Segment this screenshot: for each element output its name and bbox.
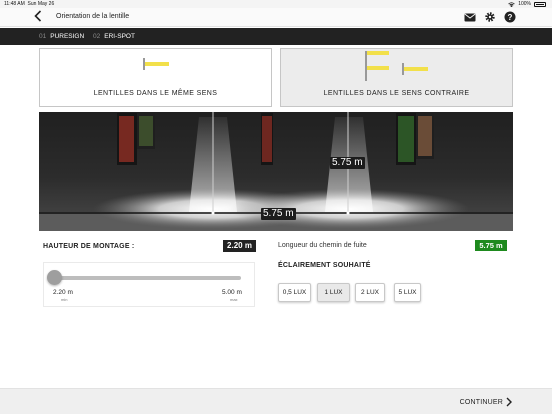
measure-horizontal: 5.75 m: [261, 208, 296, 220]
mounting-height-value: 2.20 m: [223, 240, 256, 252]
escape-route-value: 5.75 m: [475, 240, 507, 251]
nav-actions: ?: [464, 11, 516, 23]
continue-button[interactable]: CONTINUER: [460, 397, 512, 407]
back-button[interactable]: [34, 10, 42, 24]
escape-route-label: Longueur du chemin de fuite: [278, 242, 367, 249]
step-number: 01: [39, 33, 47, 40]
lux-option-5[interactable]: 5 LUX: [394, 283, 421, 302]
step-label: ERI-SPOT: [104, 33, 135, 40]
slider-thumb[interactable]: [47, 270, 62, 285]
mounting-height-slider: 2.20 m min 5.00 m max: [43, 262, 255, 307]
help-icon: ?: [504, 11, 516, 23]
step-bar: 01 PURESIGN 02 ERI-SPOT: [0, 28, 552, 45]
option-opposite-direction[interactable]: LENTILLES DANS LE SENS CONTRAIRE: [280, 48, 513, 107]
option-label: LENTILLES DANS LE SENS CONTRAIRE: [323, 90, 470, 97]
settings-button[interactable]: [484, 11, 496, 23]
lux-option-0-5[interactable]: 0,5 LUX: [278, 283, 311, 302]
lux-option-2[interactable]: 2 LUX: [355, 283, 385, 302]
measure-vertical: 5.75 m: [330, 157, 365, 169]
illumination-label: ÉCLAIREMENT SOUHAITÉ: [278, 262, 371, 269]
help-button[interactable]: ?: [504, 11, 516, 23]
slider-min-value: 2.20 m: [53, 289, 73, 296]
battery-icon: [534, 1, 546, 7]
status-time: 11:48 AM Sun May 26: [4, 1, 55, 7]
option-same-direction[interactable]: LENTILLES DANS LE MÊME SENS: [39, 48, 272, 107]
mounting-height-label: HAUTEUR DE MONTAGE :: [43, 243, 135, 250]
step-tab-eri-spot[interactable]: 02 ERI-SPOT: [93, 33, 135, 40]
chevron-right-icon: [506, 397, 512, 407]
slider-min-label: min: [61, 297, 68, 302]
page-title: Orientation de la lentille: [56, 13, 130, 20]
lux-option-1[interactable]: 1 LUX: [317, 283, 350, 302]
same-direction-icon: [143, 58, 169, 70]
gear-icon: [485, 12, 495, 22]
opposite-direction-icon: [365, 51, 428, 81]
svg-text:?: ?: [508, 13, 513, 22]
step-number: 02: [93, 33, 101, 40]
slider-track[interactable]: [54, 276, 241, 280]
step-label: PURESIGN: [50, 33, 85, 40]
lighting-scene: 5.75 m 5.75 m: [39, 112, 513, 231]
continue-label: CONTINUER: [459, 398, 503, 406]
slider-max-value: 5.00 m: [222, 289, 242, 296]
footer-bar: CONTINUER: [0, 388, 552, 414]
battery-percent: 100%: [518, 1, 531, 7]
status-indicators: 100%: [508, 1, 546, 7]
option-label: LENTILLES DANS LE MÊME SENS: [93, 90, 218, 97]
status-bar: 11:48 AM Sun May 26 100%: [0, 0, 552, 8]
step-tab-puresign[interactable]: 01 PURESIGN: [39, 33, 84, 40]
mail-icon: [464, 13, 476, 21]
mail-button[interactable]: [464, 11, 476, 23]
chevron-left-icon: [34, 10, 42, 22]
wifi-icon: [508, 1, 515, 7]
navigation-bar: Orientation de la lentille ?: [0, 8, 552, 27]
slider-max-label: max: [230, 297, 238, 302]
